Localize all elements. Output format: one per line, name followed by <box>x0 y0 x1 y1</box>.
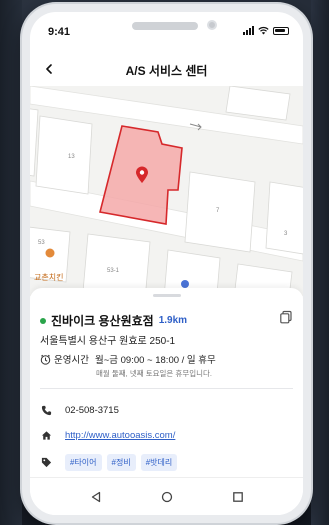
tag-list: #타이어 #정비 #밧데리 <box>65 454 178 471</box>
back-triangle-icon <box>91 491 100 502</box>
signal-icon <box>243 26 254 35</box>
clock-icon <box>40 354 51 365</box>
phone-icon <box>40 404 52 416</box>
map-label-3: 3 <box>284 231 288 237</box>
hours-value: 월~금 09:00 ~ 18:00 / 일 휴무 <box>94 355 216 366</box>
place-header: 진바이크 용산원효점 1.9km <box>40 310 293 329</box>
map-canvas <box>30 86 303 296</box>
background-left <box>0 0 22 525</box>
tag-chip[interactable]: #정비 <box>106 454 136 471</box>
hours-row: 운영시간 월~금 09:00 ~ 18:00 / 일 휴무 <box>40 352 216 366</box>
divider <box>40 388 293 389</box>
nav-recents-button[interactable] <box>230 489 246 505</box>
hours-label: 운영시간 <box>54 355 89 366</box>
status-time: 9:41 <box>48 26 71 38</box>
tag-chip[interactable]: #타이어 <box>65 454 102 471</box>
background-right <box>311 0 329 525</box>
website-link[interactable]: http://www.autooasis.com/ <box>65 430 175 441</box>
speaker-notch <box>132 22 198 30</box>
map-view[interactable]: 13 7 3 53 53-1 교촌치킨 <box>30 86 303 296</box>
map-pin-icon[interactable] <box>135 166 149 184</box>
home-circle-icon <box>161 491 172 502</box>
place-name: 진바이크 용산원효점 <box>51 314 154 328</box>
app-screen: 9:41 A/S 서비스 센터 13 7 3 53 53-1 교촌치킨 진바이크… <box>30 12 303 515</box>
status-bar: 9:41 <box>30 12 303 46</box>
battery-icon <box>273 26 289 35</box>
front-camera <box>207 20 217 30</box>
map-poi-label[interactable]: 교촌치킨 <box>34 272 63 283</box>
map-label-7: 7 <box>216 208 220 214</box>
recents-square-icon <box>232 491 243 502</box>
copy-icon[interactable] <box>279 310 293 324</box>
map-label-53-1: 53-1 <box>107 268 120 274</box>
map-label-53: 53 <box>38 240 45 246</box>
home-icon <box>40 429 52 441</box>
website-row: http://www.autooasis.com/ <box>40 429 293 441</box>
tags-row: #타이어 #정비 #밧데리 <box>40 454 293 471</box>
nav-home-button[interactable] <box>159 489 175 505</box>
phone-number[interactable]: 02-508-3715 <box>65 405 119 416</box>
status-icons <box>243 26 289 35</box>
hours-note: 매월 둘째, 넷째 토요일은 휴무입니다. <box>96 369 213 378</box>
place-distance: 1.9km <box>158 315 188 326</box>
nav-back-button[interactable] <box>88 489 104 505</box>
page-title: A/S 서비스 센터 <box>125 64 208 78</box>
open-status-dot <box>40 317 46 324</box>
phone-frame: 9:41 A/S 서비스 센터 13 7 3 53 53-1 교촌치킨 진바이크… <box>22 4 311 523</box>
app-bar: A/S 서비스 센터 <box>30 52 303 86</box>
place-address: 서울특별시 용산구 원효로 250-1 <box>40 336 176 347</box>
sheet-handle[interactable] <box>152 294 181 297</box>
map-label-13: 13 <box>68 154 75 160</box>
system-nav-bar <box>30 477 303 515</box>
tag-chip[interactable]: #밧데리 <box>140 454 178 471</box>
wifi-icon <box>258 26 269 35</box>
tag-icon <box>40 457 52 469</box>
phone-row[interactable]: 02-508-3715 <box>40 404 293 416</box>
